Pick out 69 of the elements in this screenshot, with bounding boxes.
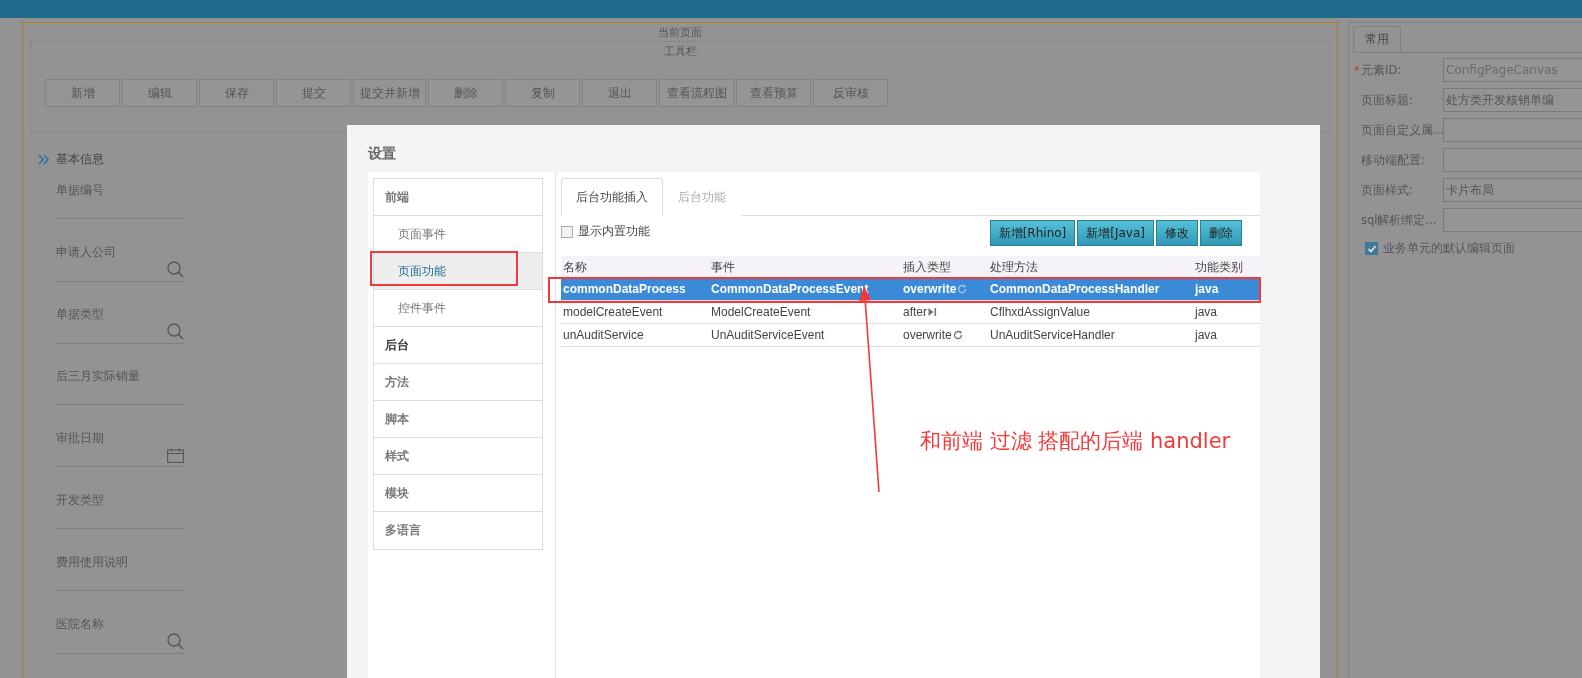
property-label: 页面样式: <box>1361 182 1413 198</box>
action-button[interactable]: 删除 <box>1200 220 1242 246</box>
action-button[interactable]: 新增[Java] <box>1077 220 1154 246</box>
search-icon[interactable] <box>167 261 184 278</box>
toolbar-button[interactable]: 新增 <box>45 79 120 107</box>
field-label: 医院名称 <box>56 616 105 633</box>
column-header: 功能类别 <box>1193 256 1260 278</box>
toolbar-button[interactable]: 退出 <box>582 79 657 107</box>
checkbox[interactable] <box>561 225 573 238</box>
field-label: 开发类型 <box>56 492 105 509</box>
refresh-icon <box>957 284 968 294</box>
toolbar-button[interactable]: 提交 <box>276 79 351 107</box>
action-button[interactable]: 新增[Rhino] <box>989 220 1076 246</box>
property-label: 元素ID: <box>1361 62 1402 78</box>
table-cell: java <box>1193 300 1260 324</box>
property-input[interactable] <box>1443 148 1582 172</box>
input-field[interactable] <box>56 323 184 344</box>
table-cell: overwrite <box>901 278 988 301</box>
dialog-title: 设置 <box>368 145 397 163</box>
toolbar-button[interactable]: 反审核 <box>813 79 888 107</box>
skip-forward-icon <box>928 307 937 317</box>
property-label: sql解析绑定... <box>1361 212 1437 228</box>
search-icon[interactable] <box>167 323 184 340</box>
nav-item[interactable]: 页面功能 <box>374 253 542 290</box>
property-input[interactable] <box>1443 118 1582 142</box>
toolbar-button[interactable]: 查看流程图 <box>659 79 734 107</box>
table-cell: CommonDataProcessHandler <box>988 278 1193 301</box>
required-mark: * <box>1354 63 1360 77</box>
annotation-note: 和前端 过滤 搭配的后端 handler <box>920 428 1231 455</box>
field-label: 申请人公司 <box>56 244 117 261</box>
table-cell: ModelCreateEvent <box>709 300 901 324</box>
toolbar-button[interactable]: 保存 <box>199 79 274 107</box>
property-label: 页面标题: <box>1361 92 1413 108</box>
table-cell: unAuditService <box>561 323 709 347</box>
field-label: 费用使用说明 <box>56 554 129 571</box>
table-cell: commonDataProcess <box>561 278 709 301</box>
double-chevron-icon <box>38 154 50 165</box>
input-field[interactable] <box>56 261 184 282</box>
column-header: 事件 <box>709 256 901 278</box>
properties-tab[interactable]: 常用 <box>1353 26 1401 52</box>
table-cell: UnAuditServiceHandler <box>988 323 1193 347</box>
property-label: 页面自定义属... <box>1361 122 1444 138</box>
column-header: 插入类型 <box>901 256 988 278</box>
column-header: 名称 <box>561 256 709 278</box>
dialog-tab[interactable]: 后台功能插入 <box>561 178 663 216</box>
column-header: 处理方法 <box>988 256 1193 278</box>
checkbox[interactable] <box>1365 242 1378 255</box>
table-cell: overwrite <box>901 323 988 347</box>
checkbox-label: 显示内置功能 <box>578 223 650 240</box>
table-cell: after <box>901 300 988 324</box>
section-title: 基本信息 <box>56 151 104 168</box>
table-cell: java <box>1193 323 1260 347</box>
table-cell: UnAuditServiceEvent <box>709 323 901 347</box>
toolbar-button[interactable]: 复制 <box>505 79 580 107</box>
refresh-icon <box>952 330 963 340</box>
toolbar-button[interactable]: 查看预算 <box>736 79 811 107</box>
table-cell: modelCreateEvent <box>561 300 709 324</box>
input-field[interactable] <box>56 447 184 467</box>
field-label: 审批日期 <box>56 430 105 447</box>
action-button[interactable]: 修改 <box>1156 220 1198 246</box>
calendar-icon[interactable] <box>167 448 184 463</box>
property-input[interactable] <box>1443 208 1582 232</box>
table-cell: CflhxdAssignValue <box>988 300 1193 324</box>
table-row[interactable]: modelCreateEvent ModelCreateEvent after CflhxdAssignValue java <box>561 300 1260 324</box>
table-row[interactable]: unAuditService UnAuditServiceEvent overwrite UnAuditServiceHandler java <box>561 323 1260 347</box>
table-row[interactable]: commonDataProcess CommonDataProcessEvent overwrite CommonDataProcessHandler java <box>561 278 1260 301</box>
toolbar-button[interactable]: 提交并新增 <box>353 79 426 107</box>
input-field[interactable] <box>56 633 184 654</box>
search-icon[interactable] <box>167 633 184 650</box>
